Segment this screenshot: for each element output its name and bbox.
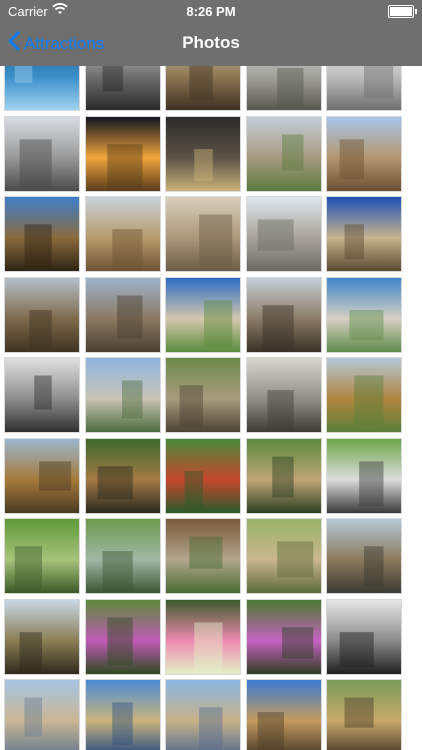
- photo-fountain-dome[interactable]: [245, 679, 322, 750]
- photo-colonnade-square[interactable]: [245, 66, 322, 111]
- photo-glass-building[interactable]: [4, 66, 80, 111]
- photo-water-lily[interactable]: [165, 598, 241, 675]
- photo-park-pond[interactable]: [4, 518, 80, 594]
- navigation-bar: Attractions Photos: [0, 22, 422, 66]
- photo-lemur[interactable]: [326, 437, 402, 514]
- photo-garden-bridge[interactable]: [84, 518, 161, 594]
- status-bar: Carrier 8:26 PM: [0, 0, 422, 22]
- photo-garden-house[interactable]: [165, 518, 241, 594]
- battery-icon: [388, 5, 417, 18]
- photo-parrot[interactable]: [165, 437, 241, 514]
- photo-grand-theatre[interactable]: [4, 115, 80, 192]
- photo-pink-blooms[interactable]: [245, 598, 322, 675]
- photo-gothic-tower-sky[interactable]: [326, 196, 402, 272]
- photo-stone-sculpture[interactable]: [165, 196, 241, 272]
- photo-stone-palace[interactable]: [326, 115, 402, 192]
- photo-monument-fountain[interactable]: [326, 276, 402, 353]
- photo-cattle-field[interactable]: [4, 598, 80, 675]
- photo-bell-tower[interactable]: [84, 196, 161, 272]
- photo-kangaroo[interactable]: [84, 437, 161, 514]
- photo-purple-flowers[interactable]: [84, 598, 161, 675]
- photo-bird-field[interactable]: [326, 518, 402, 594]
- photo-pub-front[interactable]: [165, 115, 241, 192]
- photo-open-square[interactable]: [245, 196, 322, 272]
- photo-spire-closeup[interactable]: [165, 276, 241, 353]
- photo-white-facade[interactable]: [326, 66, 402, 111]
- photo-statue-city[interactable]: [245, 276, 322, 353]
- photo-classical-palace[interactable]: [245, 115, 322, 192]
- photo-giraffe-fence[interactable]: [4, 437, 80, 514]
- photo-grid[interactable]: [0, 66, 422, 750]
- photo-sign-board[interactable]: [245, 357, 322, 433]
- photo-giraffe-tree[interactable]: [326, 357, 402, 433]
- page-title: Photos: [182, 33, 240, 52]
- photo-night-theatre[interactable]: [84, 115, 161, 192]
- photo-gothic-spire-blue[interactable]: [4, 196, 80, 272]
- photo-column-square[interactable]: [84, 357, 161, 433]
- photo-interior-hall[interactable]: [165, 66, 241, 111]
- photo-cathedral-clouds[interactable]: [4, 276, 80, 353]
- photo-tortoise[interactable]: [165, 357, 241, 433]
- photo-place-bourse[interactable]: [84, 679, 161, 750]
- top-bar: Carrier 8:26 PM Attractions Photos: [0, 0, 422, 66]
- status-time: 8:26 PM: [186, 4, 236, 19]
- photo-cathedral-facade[interactable]: [84, 276, 161, 353]
- photo-leopard[interactable]: [245, 437, 322, 514]
- photo-waterfront-palace[interactable]: [165, 679, 241, 750]
- photo-water-mirror[interactable]: [4, 679, 80, 750]
- photo-street-arcade[interactable]: [84, 66, 161, 111]
- photo-bw-fountain[interactable]: [4, 357, 80, 433]
- photo-bw-statue[interactable]: [326, 598, 402, 675]
- photo-tree-lane[interactable]: [326, 679, 402, 750]
- photo-park-lawn[interactable]: [245, 518, 322, 594]
